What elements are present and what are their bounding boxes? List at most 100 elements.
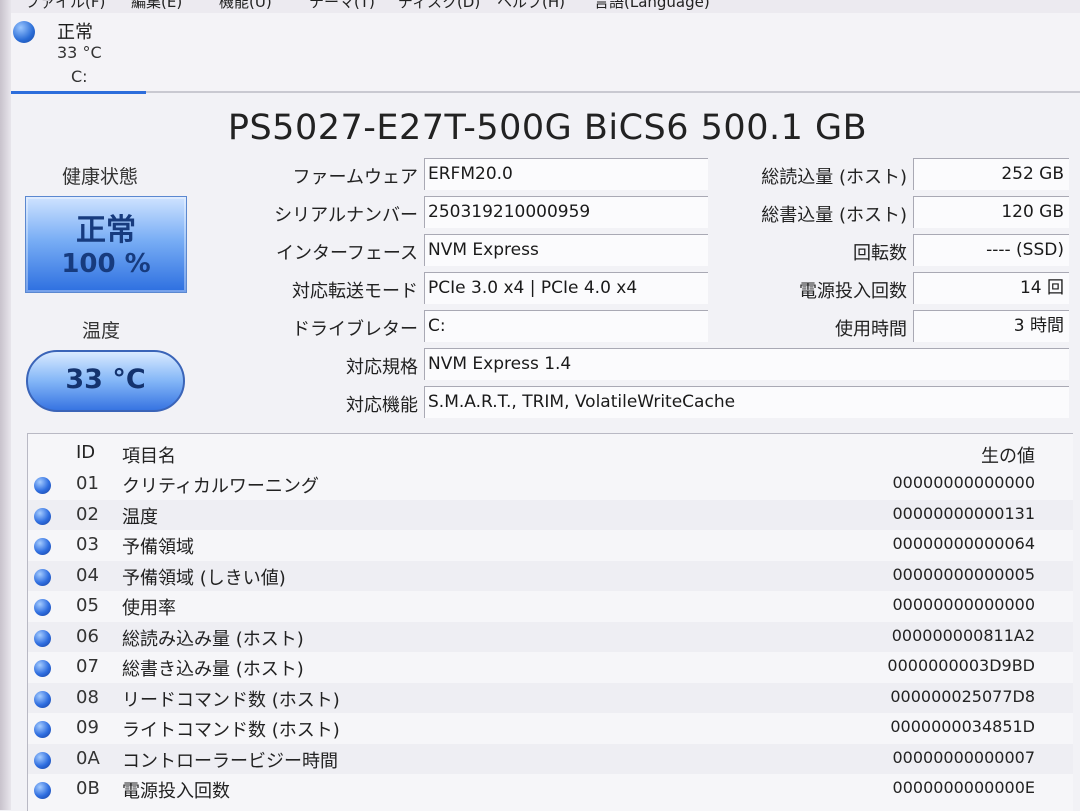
transfer-mode-label: 対応転送モード	[292, 281, 418, 302]
standard-field: NVM Express 1.4	[424, 348, 1069, 380]
smart-attributes-table[interactable]: ID 項目名 生の値 01 クリティカルワーニング 00000000000000 02…	[27, 433, 1073, 811]
power-on-hours-field: 3 時間	[913, 310, 1069, 342]
total-reads-label: 総読込量 (ホスト)	[761, 167, 907, 188]
attribute-name: 使用率	[122, 598, 176, 619]
attribute-id: 05	[76, 595, 99, 616]
health-percent: 100 %	[61, 249, 151, 279]
total-writes-label: 総書込量 (ホスト)	[761, 205, 907, 226]
attribute-raw-value: 00000000000000	[892, 595, 1035, 614]
header-raw-value[interactable]: 生の値	[981, 442, 1035, 468]
attribute-id: 0A	[76, 747, 100, 769]
transfer-mode-field: PCIe 3.0 x4 | PCIe 4.0 x4	[424, 272, 708, 304]
interface-field: NVM Express	[424, 234, 708, 266]
attribute-name: コントローラービジー時間	[122, 750, 338, 772]
health-status-button[interactable]: 正常 100 %	[25, 196, 187, 293]
rotation-rate-label: 回転数	[853, 243, 907, 264]
table-row[interactable]: 05 使用率 00000000000000	[28, 591, 1073, 622]
menu-function[interactable]: 機能(U)	[219, 0, 272, 12]
temperature-value: 33 °C	[65, 364, 146, 395]
status-dot-icon	[34, 690, 51, 708]
attribute-raw-value: 00000000000007	[892, 747, 1035, 767]
serial-field: 250319210000959	[424, 196, 708, 228]
health-status-text: 正常	[76, 213, 136, 248]
status-dot-icon	[34, 568, 51, 586]
attribute-raw-value: 0000000034851D	[890, 717, 1035, 736]
attribute-raw-value: 000000000811A2	[891, 625, 1035, 645]
smart-table-header: ID 項目名 生の値	[28, 442, 1073, 468]
header-id[interactable]: ID	[76, 442, 95, 463]
status-dot-icon	[34, 477, 51, 494]
features-label: 対応機能	[346, 395, 418, 416]
disk-tab-bar: 正常 33 °C C:	[11, 13, 1080, 94]
menu-disk[interactable]: ディスク(D)	[398, 0, 480, 12]
menu-file[interactable]: ファイル(F)	[25, 0, 105, 12]
status-dot-icon	[34, 660, 51, 677]
table-row[interactable]: 04 予備領域 (しきい値) 00000000000005	[28, 560, 1073, 591]
table-row[interactable]: 03 予備領域 00000000000064	[28, 530, 1073, 561]
power-on-hours-label: 使用時間	[835, 319, 907, 340]
menu-bar: ファイル(F) 編集(E) 機能(U) テーマ(T) ディスク(D) ヘルプ(H…	[11, 0, 1080, 13]
attribute-id: 01	[76, 473, 99, 494]
table-row[interactable]: 0B 電源投入回数 0000000000000E	[28, 774, 1073, 805]
attribute-id: 04	[76, 564, 99, 586]
attribute-id: 06	[76, 625, 99, 647]
drive-letter-label: ドライブレター	[292, 319, 418, 340]
attribute-id: 02	[76, 503, 99, 525]
attribute-raw-value: 00000000000000	[892, 473, 1035, 492]
attribute-name: 温度	[122, 506, 158, 528]
menu-help[interactable]: ヘルプ(H)	[497, 0, 565, 12]
disk-tab-drive-letter: C:	[71, 67, 88, 86]
standard-label: 対応規格	[346, 357, 418, 378]
attribute-raw-value: 00000000000131	[892, 503, 1035, 523]
table-row[interactable]: 09 ライトコマンド数 (ホスト) 0000000034851D	[28, 713, 1073, 744]
total-writes-field: 120 GB	[913, 196, 1069, 228]
table-row[interactable]: 0A コントローラービジー時間 00000000000007	[28, 743, 1073, 774]
attribute-name: リードコマンド数 (ホスト)	[122, 689, 340, 711]
power-on-count-label: 電源投入回数	[799, 281, 907, 302]
disk-model-title: PS5027-E27T-500G BiCS6 500.1 GB	[227, 108, 868, 148]
firmware-field: ERFM20.0	[424, 158, 708, 190]
features-field: S.M.A.R.T., TRIM, VolatileWriteCache	[424, 386, 1069, 418]
attribute-id: 07	[76, 656, 99, 677]
attribute-name: 予備領域	[122, 537, 194, 558]
attribute-name: 総読み込み量 (ホスト)	[122, 628, 304, 650]
status-dot-icon	[34, 538, 51, 555]
table-row[interactable]: 02 温度 00000000000131	[28, 499, 1073, 530]
drive-letter-field: C:	[424, 310, 708, 342]
table-row[interactable]: 01 クリティカルワーニング 00000000000000	[28, 469, 1073, 500]
header-name[interactable]: 項目名	[122, 442, 176, 468]
status-dot-icon	[34, 599, 51, 616]
firmware-label: ファームウェア	[292, 167, 418, 188]
attribute-name: クリティカルワーニング	[122, 476, 319, 497]
menu-language[interactable]: 言語(Language)	[594, 0, 710, 12]
attribute-raw-value: 00000000000005	[892, 564, 1035, 584]
attribute-name: 予備領域 (しきい値)	[122, 567, 286, 589]
attribute-id: 09	[76, 717, 99, 738]
status-dot-icon	[34, 721, 51, 738]
attribute-name: 総書き込み量 (ホスト)	[122, 659, 304, 680]
rotation-rate-field: ---- (SSD)	[913, 234, 1069, 266]
status-dot-icon	[34, 629, 51, 647]
disk-tab-temperature: 33 °C	[57, 43, 102, 62]
disk-tab-c[interactable]: 正常 33 °C C:	[11, 13, 146, 94]
serial-label: シリアルナンバー	[274, 205, 418, 226]
interface-label: インターフェース	[275, 243, 418, 264]
status-dot-icon	[34, 507, 51, 525]
status-dot-icon	[34, 751, 51, 769]
attribute-raw-value: 0000000000000E	[892, 778, 1035, 797]
attribute-raw-value: 000000025077D8	[890, 686, 1035, 706]
health-status-icon	[13, 21, 35, 43]
status-dot-icon	[34, 782, 51, 799]
table-row[interactable]: 08 リードコマンド数 (ホスト) 000000025077D8	[28, 682, 1073, 713]
attribute-name: 電源投入回数	[122, 781, 230, 802]
attribute-raw-value: 0000000003D9BD	[887, 656, 1035, 675]
menu-theme[interactable]: テーマ(T)	[309, 0, 375, 12]
table-row[interactable]: 06 総読み込み量 (ホスト) 000000000811A2	[28, 621, 1073, 652]
table-row[interactable]: 07 総書き込み量 (ホスト) 0000000003D9BD	[28, 652, 1073, 683]
attribute-id: 03	[76, 534, 99, 555]
temperature-label: 温度	[82, 320, 121, 342]
menu-edit[interactable]: 編集(E)	[131, 0, 182, 12]
total-reads-field: 252 GB	[913, 158, 1069, 190]
attribute-raw-value: 00000000000064	[892, 534, 1035, 553]
health-label: 健康状態	[62, 166, 139, 188]
